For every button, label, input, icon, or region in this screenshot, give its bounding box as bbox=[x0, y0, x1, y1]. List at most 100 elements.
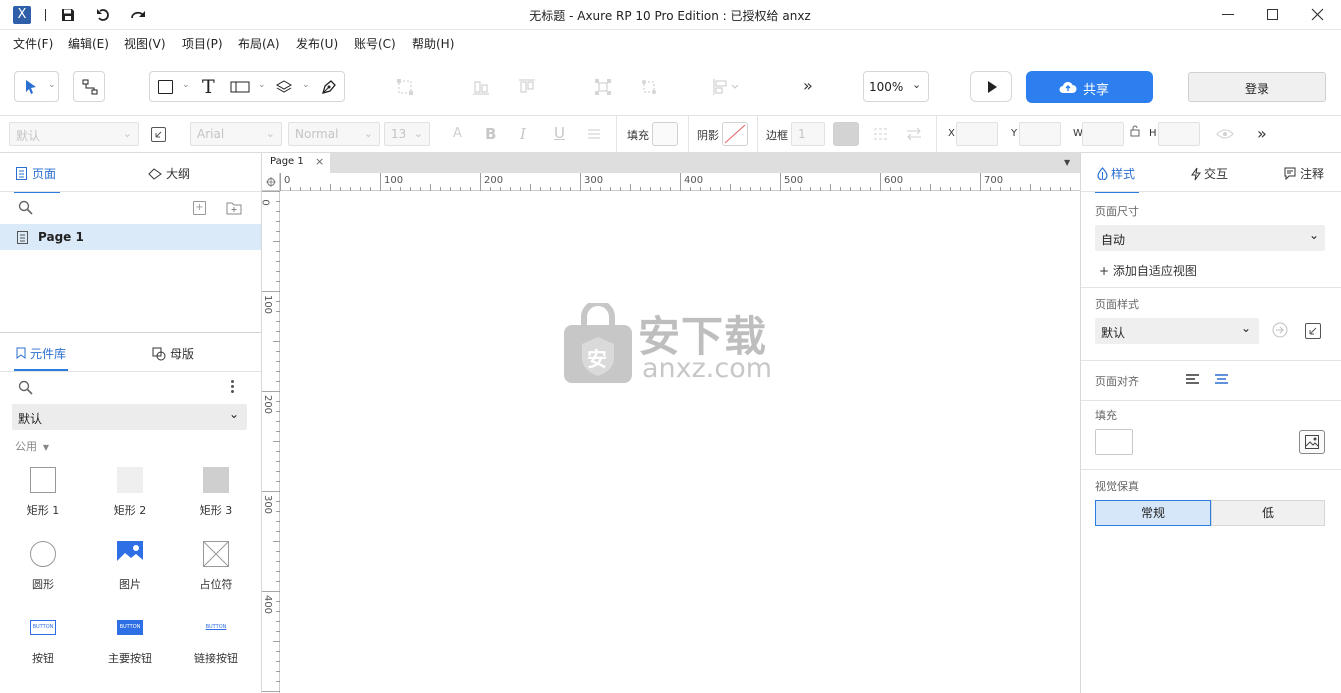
layers-icon[interactable] bbox=[276, 79, 292, 95]
tab-pages[interactable]: 页面 bbox=[14, 163, 60, 193]
image-icon bbox=[117, 541, 143, 567]
more-options-icon[interactable] bbox=[231, 380, 235, 394]
apply-style-icon[interactable] bbox=[1272, 322, 1288, 338]
stylebar-more-button[interactable]: » bbox=[1257, 124, 1267, 143]
arrow-style-icon[interactable] bbox=[906, 127, 922, 141]
maximize-button[interactable] bbox=[1267, 9, 1278, 20]
h-input[interactable] bbox=[1158, 122, 1200, 146]
rectangle-tool[interactable] bbox=[158, 80, 173, 94]
text-tool-icon[interactable]: T bbox=[202, 76, 215, 98]
list-icon[interactable] bbox=[587, 128, 601, 140]
border-style-icon[interactable] bbox=[873, 127, 889, 141]
menu-layout[interactable]: 布局(A) bbox=[238, 35, 280, 52]
library-select[interactable]: 默认 ⌄ bbox=[12, 404, 247, 430]
widget-button[interactable]: BUTTON 按钮 bbox=[3, 620, 83, 666]
menu-edit[interactable]: 编辑(E) bbox=[68, 35, 109, 52]
search-icon[interactable] bbox=[18, 380, 33, 395]
menu-project[interactable]: 项目(P) bbox=[182, 35, 223, 52]
widget-rectangle-2[interactable]: 矩形 2 bbox=[90, 467, 170, 518]
tab-masters[interactable]: 母版 bbox=[152, 345, 202, 367]
lightning-icon bbox=[1191, 167, 1201, 181]
align-bottom-icon[interactable] bbox=[472, 78, 490, 96]
distribute-icon[interactable] bbox=[594, 78, 612, 96]
redo-icon[interactable] bbox=[130, 8, 146, 22]
menu-file[interactable]: 文件(F) bbox=[13, 35, 53, 52]
underline-icon[interactable]: U bbox=[554, 124, 565, 142]
widget-primary-button[interactable]: BUTTON 主要按钮 bbox=[90, 620, 170, 666]
widget-rectangle-3[interactable]: 矩形 3 bbox=[176, 467, 256, 518]
page-size-select[interactable]: 自动 ⌄ bbox=[1095, 225, 1325, 251]
font-weight-select[interactable]: Normal ⌄ bbox=[288, 122, 380, 146]
ungroup-icon[interactable] bbox=[640, 78, 658, 96]
x-input[interactable] bbox=[956, 122, 998, 146]
tab-library[interactable]: 元件库 bbox=[14, 343, 68, 371]
dynamic-panel-icon[interactable] bbox=[230, 81, 250, 93]
shadow-swatch[interactable] bbox=[722, 122, 748, 146]
lock-icon[interactable] bbox=[1130, 125, 1140, 137]
menu-view[interactable]: 视图(V) bbox=[124, 35, 166, 52]
border-width-input[interactable]: 1 bbox=[791, 122, 825, 146]
visibility-icon[interactable] bbox=[1216, 128, 1234, 140]
style-select[interactable]: 默认 ⌄ bbox=[9, 122, 139, 146]
fidelity-normal-button[interactable]: 常规 bbox=[1095, 500, 1211, 526]
y-input[interactable] bbox=[1019, 122, 1061, 146]
align-left-icon[interactable] bbox=[1185, 373, 1200, 385]
style-manager-icon[interactable] bbox=[1305, 323, 1321, 339]
close-tab-icon[interactable]: × bbox=[315, 155, 324, 168]
shape-tools-group: ⌄ T ⌄ ⌄ bbox=[149, 71, 345, 102]
select-tool-button[interactable]: ⌄ bbox=[14, 71, 59, 102]
fill-image-button[interactable] bbox=[1299, 430, 1325, 454]
add-adaptive-view-link[interactable]: + 添加自适应视图 bbox=[1099, 262, 1197, 279]
align-center-icon[interactable] bbox=[1214, 373, 1229, 385]
font-size-select[interactable]: 13 ⌄ bbox=[384, 122, 430, 146]
align-top-icon[interactable] bbox=[518, 78, 536, 96]
close-button[interactable] bbox=[1311, 8, 1324, 21]
bold-icon[interactable]: B bbox=[485, 125, 496, 143]
save-icon[interactable] bbox=[61, 8, 75, 22]
tab-interactions[interactable]: 交互 bbox=[1191, 165, 1237, 187]
widget-circle[interactable]: 圆形 bbox=[3, 541, 83, 592]
search-icon[interactable] bbox=[18, 200, 33, 215]
page-fill-swatch[interactable] bbox=[1095, 429, 1133, 455]
page-list-item[interactable]: Page 1 bbox=[0, 224, 261, 250]
border-color-swatch[interactable] bbox=[833, 122, 859, 146]
italic-icon[interactable]: I bbox=[520, 125, 526, 143]
widget-link-button[interactable]: BUTTON 链接按钮 bbox=[176, 620, 256, 666]
w-input[interactable] bbox=[1082, 122, 1124, 146]
page-style-select[interactable]: 默认 ⌄ bbox=[1095, 318, 1259, 344]
zoom-select[interactable]: 100% ⌄ bbox=[863, 71, 929, 102]
panel-divider bbox=[0, 332, 261, 333]
widget-placeholder[interactable]: 占位符 bbox=[176, 541, 256, 592]
group-icon[interactable] bbox=[396, 78, 414, 96]
login-button[interactable]: 登录 bbox=[1188, 72, 1326, 102]
undo-icon[interactable] bbox=[96, 8, 110, 22]
library-group-header[interactable]: 公用 ▼ bbox=[15, 438, 75, 454]
toolbar-more-button[interactable]: » bbox=[803, 76, 813, 95]
tab-outline[interactable]: 大纲 bbox=[148, 165, 198, 187]
fill-color-swatch[interactable] bbox=[652, 122, 678, 146]
menu-publish[interactable]: 发布(U) bbox=[296, 35, 338, 52]
style-manager-icon[interactable] bbox=[151, 127, 166, 142]
page-tab[interactable]: Page 1 × bbox=[262, 153, 330, 173]
add-page-icon[interactable]: + bbox=[193, 201, 206, 215]
axure-logo-icon[interactable]: X bbox=[13, 6, 31, 24]
share-button[interactable]: 共享 bbox=[1026, 71, 1153, 103]
menu-help[interactable]: 帮助(H) bbox=[412, 35, 454, 52]
font-color-icon[interactable]: A bbox=[453, 126, 462, 141]
tab-notes[interactable]: 注释 bbox=[1284, 165, 1332, 187]
connector-tool-button[interactable] bbox=[73, 71, 105, 102]
widget-rectangle-1[interactable]: 矩形 1 bbox=[3, 467, 83, 518]
fidelity-low-button[interactable]: 低 bbox=[1211, 500, 1325, 526]
menu-account[interactable]: 账号(C) bbox=[354, 35, 396, 52]
ruler-corner[interactable] bbox=[262, 173, 280, 191]
tab-style[interactable]: 样式 bbox=[1095, 163, 1139, 193]
font-family-select[interactable]: Arial ⌄ bbox=[190, 122, 282, 146]
minimize-button[interactable] bbox=[1222, 14, 1234, 15]
widget-image[interactable]: 图片 bbox=[90, 541, 170, 592]
add-folder-icon[interactable] bbox=[226, 201, 242, 215]
tab-menu-icon[interactable]: ▼ bbox=[1064, 158, 1070, 167]
preview-button[interactable] bbox=[970, 71, 1012, 102]
pen-tool-icon[interactable] bbox=[320, 78, 338, 96]
arrange-icon[interactable] bbox=[712, 78, 740, 96]
design-canvas[interactable] bbox=[280, 191, 1080, 693]
